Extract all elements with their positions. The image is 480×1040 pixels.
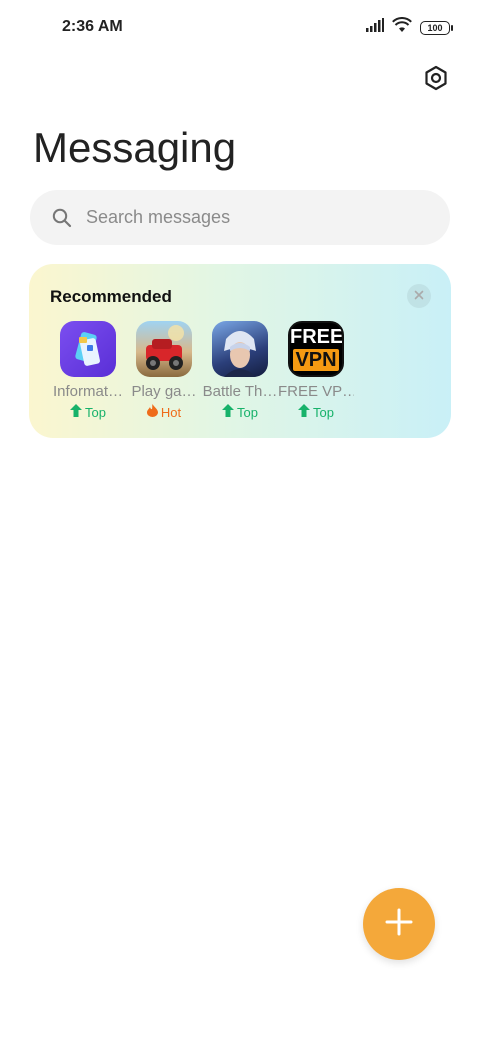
close-icon — [414, 287, 424, 305]
app-badge: Top — [202, 404, 278, 420]
search-icon — [52, 208, 72, 228]
app-badge: Hot — [126, 404, 202, 420]
recommended-app-3[interactable]: Battle Th… Top — [202, 321, 278, 420]
recommended-app-1[interactable]: Informat… Top — [50, 321, 126, 420]
app-name: FREE VP… — [278, 383, 354, 400]
play-games-app-icon — [136, 321, 192, 377]
battery-icon: 100 — [420, 20, 453, 35]
app-badge: Top — [278, 404, 354, 420]
app-badge: Top — [50, 404, 126, 420]
settings-button[interactable] — [422, 65, 450, 96]
recommended-card: Recommended Informat… Top Play ga… Hot B… — [29, 264, 451, 438]
app-name: Battle Th… — [202, 383, 278, 400]
app-name: Informat… — [52, 383, 124, 400]
recommended-title: Recommended — [50, 287, 172, 306]
arrow-up-icon — [298, 404, 311, 420]
battle-app-icon — [212, 321, 268, 377]
badge-label: Top — [237, 404, 258, 420]
badge-label: Hot — [160, 404, 182, 420]
search-bar[interactable] — [30, 190, 450, 245]
status-time: 2:36 AM — [62, 18, 123, 35]
recommended-close-button[interactable] — [407, 284, 431, 308]
arrow-up-icon — [70, 404, 83, 420]
search-input[interactable] — [84, 206, 428, 229]
new-message-button[interactable] — [363, 888, 435, 960]
status-bar: 2:36 AM 100 — [0, 0, 480, 56]
vpn-icon-line-2: VPN — [293, 349, 339, 371]
recommended-app-4[interactable]: FREE VPN FREE VP… Top — [278, 321, 354, 420]
free-vpn-app-icon: FREE VPN — [288, 321, 344, 377]
recommended-app-2[interactable]: Play ga… Hot — [126, 321, 202, 420]
badge-label: Top — [85, 404, 106, 420]
wifi-icon — [392, 17, 412, 38]
page-title: Messaging — [33, 124, 237, 171]
vpn-icon-line-1: FREE — [290, 326, 344, 348]
flame-icon — [146, 404, 158, 420]
gear-icon — [423, 65, 449, 96]
app-name: Play ga… — [131, 383, 197, 400]
plus-icon — [385, 908, 413, 941]
status-icons: 100 — [366, 17, 453, 38]
arrow-up-icon — [222, 404, 235, 420]
information-app-icon — [60, 321, 116, 377]
badge-label: Top — [313, 404, 334, 420]
signal-icon — [366, 18, 384, 37]
